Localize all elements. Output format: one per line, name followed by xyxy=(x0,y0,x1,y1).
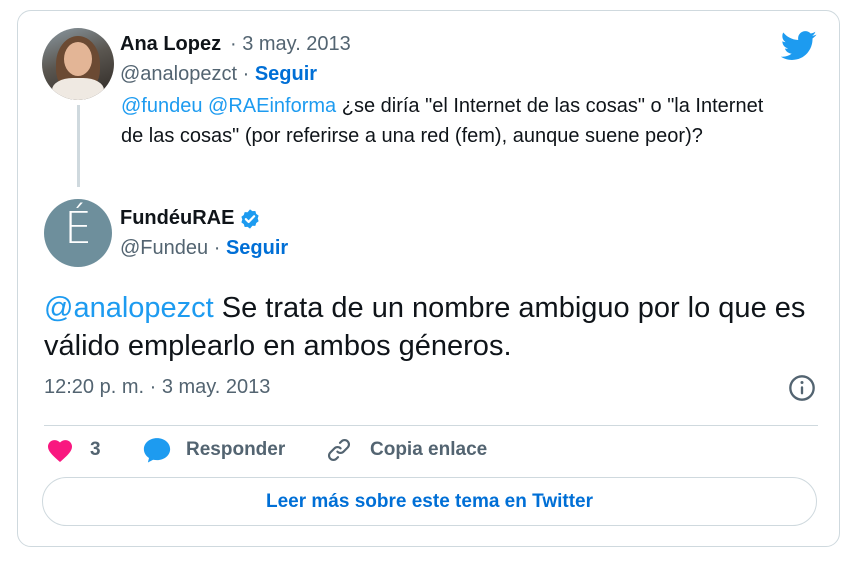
main-follow-button[interactable]: Seguir xyxy=(226,237,288,259)
separator-dot: · xyxy=(213,237,221,259)
reply-button[interactable]: Responder xyxy=(142,435,285,465)
reply-author-name[interactable]: Ana Lopez xyxy=(120,33,221,56)
like-count: 3 xyxy=(90,439,101,460)
reply-handle-row: @analopezct · Seguir xyxy=(120,63,317,86)
verified-badge-icon xyxy=(241,208,260,229)
avatar-letter: É xyxy=(64,203,92,254)
mention-raeinforma[interactable]: @RAEinforma xyxy=(208,95,336,117)
copy-link-label: Copia enlace xyxy=(370,439,488,460)
divider xyxy=(44,425,818,426)
main-handle[interactable]: @Fundeu xyxy=(120,237,208,259)
heart-icon xyxy=(47,440,73,463)
embedded-tweet-card: Ana Lopez · 3 may. 2013 @analopezct · Se… xyxy=(17,10,840,547)
separator-dot: · xyxy=(242,63,250,85)
like-button[interactable]: 3 xyxy=(46,435,101,465)
avatar-fundeurae[interactable]: É xyxy=(44,199,112,267)
avatar-ana-lopez[interactable] xyxy=(42,28,114,100)
reply-handle[interactable]: @analopezct xyxy=(120,63,237,85)
reply-follow-button[interactable]: Seguir xyxy=(255,63,317,85)
mention-analopezct[interactable]: @analopezct xyxy=(44,292,214,324)
reply-date[interactable]: · 3 may. 2013 xyxy=(230,33,351,56)
read-more-button[interactable]: Leer más sobre este tema en Twitter xyxy=(42,477,817,526)
reply-tweet-text: @fundeu @RAEinforma ¿se diría "el Intern… xyxy=(121,91,791,151)
thread-connector-line xyxy=(77,105,80,187)
reply-bubble-icon xyxy=(143,438,171,463)
main-author-row: FundéuRAE xyxy=(120,207,261,230)
info-icon[interactable] xyxy=(788,374,816,402)
twitter-bird-icon[interactable] xyxy=(781,31,817,61)
avatar-face xyxy=(64,42,92,76)
link-icon xyxy=(327,438,351,462)
copy-link-button[interactable]: Copia enlace xyxy=(326,435,487,465)
reply-label: Responder xyxy=(186,439,286,460)
mention-fundeu[interactable]: @fundeu xyxy=(121,95,202,117)
tweet-timestamp[interactable]: 12:20 p. m. · 3 may. 2013 xyxy=(44,376,270,399)
main-tweet-text: @analopezct Se trata de un nombre ambigu… xyxy=(44,289,824,365)
avatar-shirt xyxy=(52,78,104,100)
main-handle-row: @Fundeu · Seguir xyxy=(120,237,288,260)
main-author-name[interactable]: FundéuRAE xyxy=(120,207,234,230)
